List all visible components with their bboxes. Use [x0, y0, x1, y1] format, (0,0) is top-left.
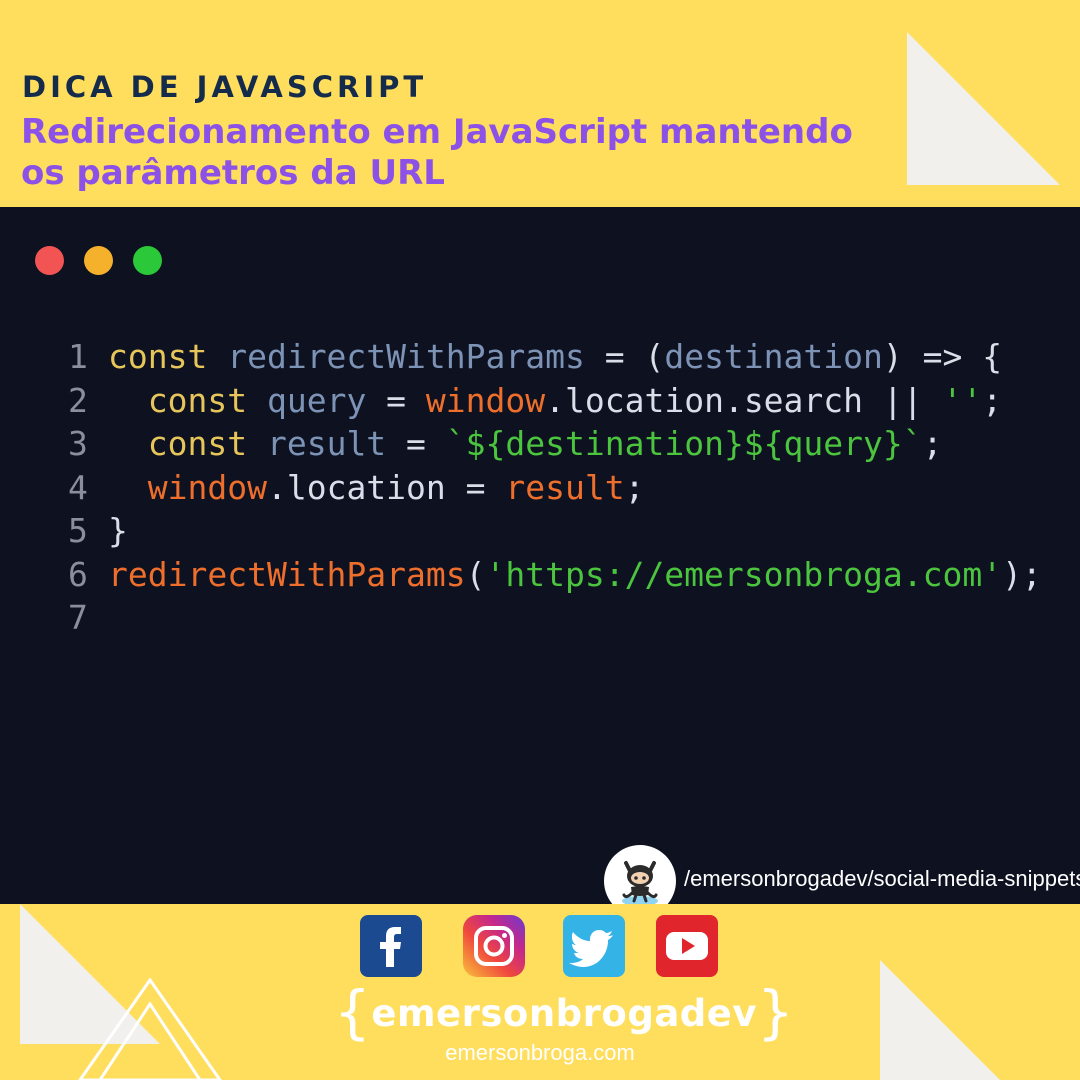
github-repo-link[interactable]: /emersonbrogadev/social-media-snippets — [684, 866, 1080, 892]
twitter-icon — [569, 930, 613, 967]
window-minimize-dot — [84, 246, 113, 275]
window-maximize-dot — [133, 246, 162, 275]
code-token: redirectWithParams — [227, 337, 585, 376]
facebook-button[interactable] — [360, 915, 422, 977]
code-token: ) => { — [882, 337, 1003, 376]
code-token: ); — [1002, 554, 1042, 594]
code-token: .location = — [266, 467, 506, 507]
code-token: ; — [982, 380, 1003, 420]
code-token: const — [147, 424, 248, 463]
code-token: 'https://emersonbroga.com' — [485, 554, 1003, 594]
tip-kicker: DICA DE JAVASCRIPT — [22, 70, 428, 104]
brand-wordmark: {emersonbrogadev} — [334, 978, 794, 1046]
code-token: ( — [465, 554, 486, 594]
code-line: 7 — [68, 596, 1042, 640]
code-token: ; — [922, 424, 943, 463]
line-number: 4 — [68, 467, 88, 507]
code-token: redirectWithParams — [108, 554, 466, 594]
code-token: const — [108, 337, 208, 376]
code-token: window — [147, 467, 267, 507]
page-title: Redirecionamento em JavaScript mantendo … — [21, 112, 853, 193]
code-token: } — [108, 511, 128, 550]
brand-open-brace: { — [334, 978, 372, 1046]
twitter-button[interactable] — [563, 915, 625, 977]
line-number: 7 — [68, 598, 88, 637]
code-token: ; — [624, 467, 645, 507]
code-block: 1 const redirectWithParams = (destination… — [68, 335, 1042, 640]
code-token: query — [266, 380, 367, 420]
code-token: = — [366, 380, 426, 420]
code-token: window — [425, 380, 546, 420]
decorative-triangle — [907, 32, 1060, 185]
code-token: result — [266, 424, 387, 463]
line-number: 3 — [68, 424, 88, 463]
code-token: result — [505, 467, 625, 507]
window-close-dot — [35, 246, 64, 275]
youtube-icon — [666, 932, 708, 960]
code-token: = ( — [584, 337, 665, 376]
instagram-button[interactable] — [463, 915, 525, 977]
brand-name: emersonbrogadev — [371, 992, 757, 1035]
line-number: 1 — [68, 337, 88, 376]
line-number: 2 — [68, 380, 88, 420]
code-token: const — [147, 380, 248, 420]
decorative-triangle — [20, 904, 222, 1080]
code-line: 3 const result = `${destination}${query}… — [68, 422, 1042, 466]
code-token: destination — [664, 337, 883, 376]
code-line: 6 redirectWithParams('https://emersonbrog… — [68, 553, 1042, 597]
github-octocat-icon — [622, 861, 658, 906]
code-line: 4 window.location = result; — [68, 466, 1042, 510]
youtube-button[interactable] — [656, 915, 718, 977]
code-token: = — [386, 424, 446, 463]
facebook-icon — [380, 927, 401, 967]
line-number: 6 — [68, 554, 88, 594]
instagram-icon — [474, 926, 514, 966]
website-link[interactable]: emersonbroga.com — [340, 1040, 740, 1066]
code-token: '' — [942, 380, 983, 420]
code-token: `${destination}${query}` — [445, 424, 923, 463]
code-line: 5} — [68, 509, 1042, 553]
line-number: 5 — [68, 511, 88, 550]
code-line: 2 const query = window.location.search |… — [68, 379, 1042, 423]
code-line: 1 const redirectWithParams = (destination… — [68, 335, 1042, 379]
decorative-triangle — [880, 960, 1000, 1080]
code-token: .location.search || — [545, 380, 943, 420]
brand-close-brace: } — [756, 978, 795, 1046]
